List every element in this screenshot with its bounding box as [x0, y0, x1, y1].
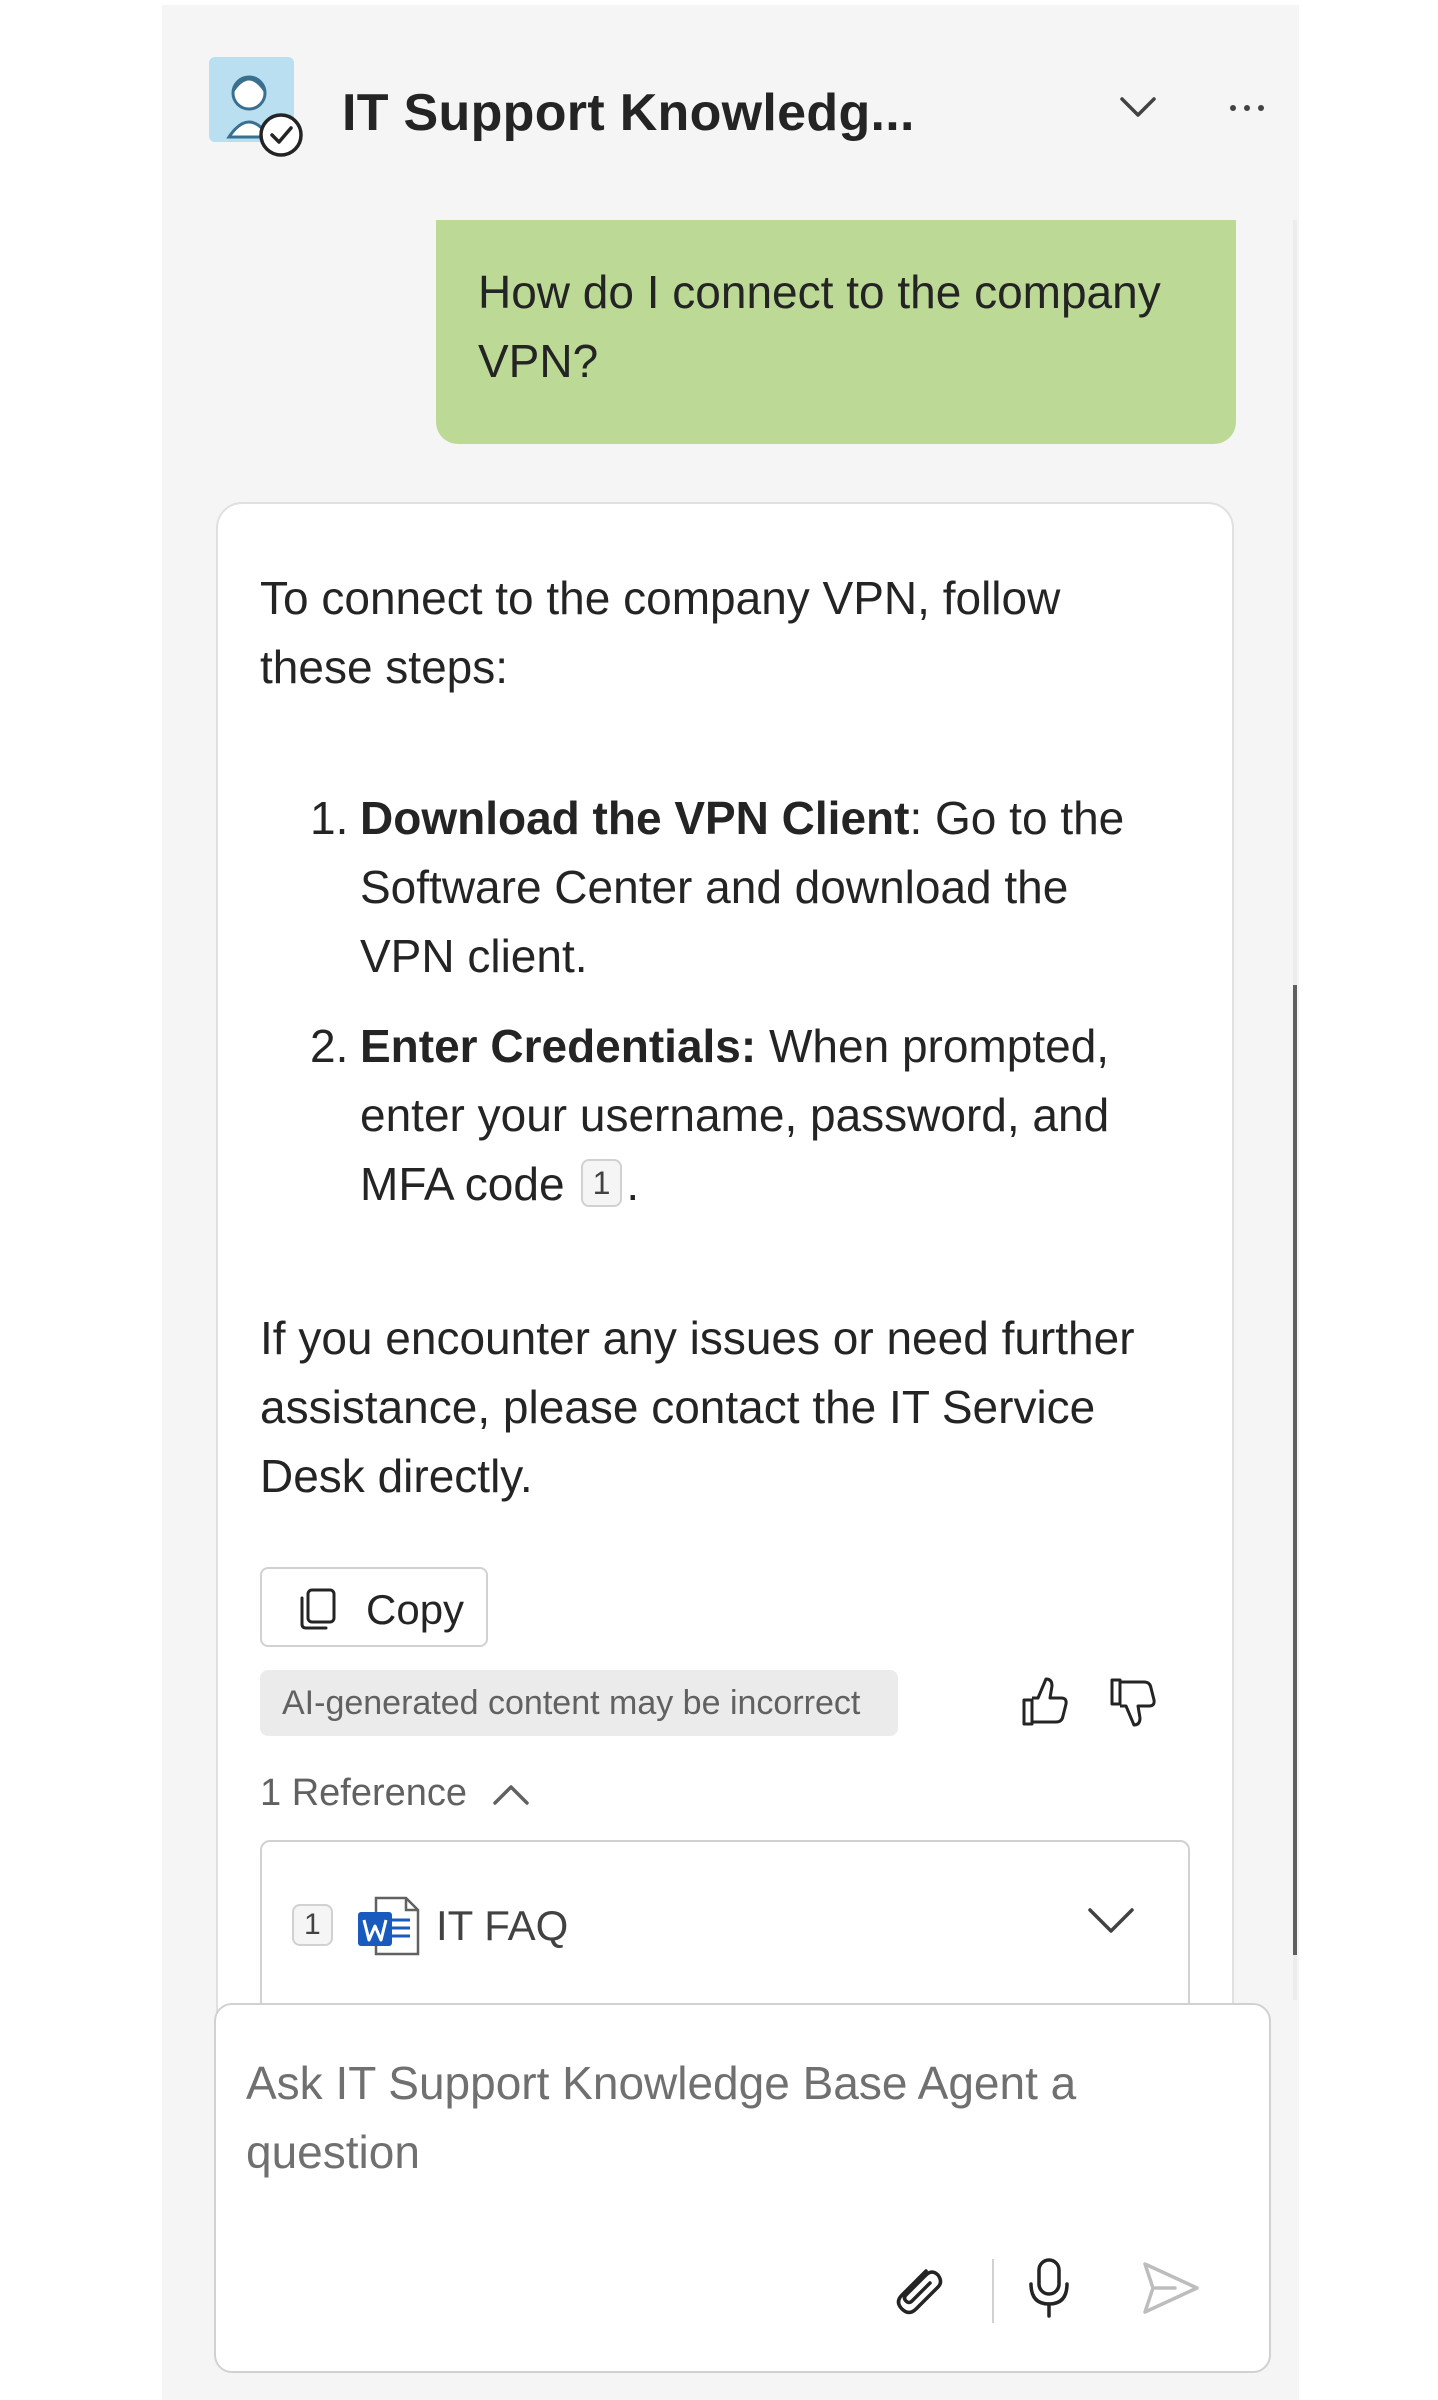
step-trailing: . — [626, 1158, 640, 1210]
thumbs-up-icon — [1016, 1677, 1072, 1734]
word-document-icon — [356, 1896, 420, 1961]
user-message-bubble: How do I connect to the company VPN? — [436, 220, 1236, 444]
chevron-up-icon — [467, 1772, 531, 1814]
step-body: Enter Credentials: When prompted, enter … — [360, 1012, 1160, 1219]
agent-avatar-icon — [209, 57, 303, 157]
chevron-down-icon[interactable] — [1086, 1906, 1136, 1941]
step-body: Download the VPN Client: Go to the Softw… — [360, 784, 1160, 991]
references-label: 1 Reference — [260, 1772, 468, 1814]
more-options-button[interactable] — [1217, 79, 1277, 139]
copy-button[interactable]: Copy — [260, 1567, 488, 1647]
step-title: Download the VPN Client — [360, 792, 910, 844]
agent-title: IT Support Knowledg... — [342, 84, 915, 142]
chevron-down-icon — [1118, 95, 1158, 124]
message-input[interactable] — [246, 2049, 1206, 2209]
response-intro: To connect to the company VPN, follow th… — [260, 572, 1061, 693]
paperclip-icon — [886, 2257, 948, 2324]
thumbs-up-button[interactable] — [1016, 1674, 1072, 1730]
citation-marker[interactable]: 1 — [580, 1159, 623, 1207]
reference-number: 1 — [292, 1904, 333, 1946]
microphone-button[interactable] — [1014, 2255, 1084, 2325]
expand-button[interactable] — [1108, 79, 1168, 139]
microphone-icon — [1025, 2256, 1073, 2325]
step-number: 1. — [310, 792, 349, 844]
step-separator: : — [909, 792, 923, 844]
ai-disclaimer-badge: AI-generated content may be incorrect — [260, 1670, 898, 1736]
copy-icon — [298, 1587, 338, 1636]
step-number: 2. — [310, 1020, 349, 1072]
more-options-icon — [1227, 100, 1267, 118]
thumbs-down-icon — [1104, 1678, 1160, 1734]
bot-response-card: To connect to the company VPN, follow th… — [216, 502, 1234, 2062]
chat-panel: IT Support Knowledg... How do I connect … — [162, 5, 1299, 2400]
response-outro: If you encounter any issues or need furt… — [260, 1312, 1135, 1502]
thumbs-down-button[interactable] — [1104, 1674, 1160, 1730]
send-button[interactable] — [1136, 2255, 1206, 2325]
user-message-text: How do I connect to the company VPN? — [478, 266, 1161, 387]
send-icon — [1141, 2260, 1201, 2321]
attach-button[interactable] — [882, 2255, 952, 2325]
composer-divider — [992, 2259, 994, 2323]
reference-name: IT FAQ — [436, 1902, 569, 1949]
step-title: Enter Credentials: — [360, 1020, 757, 1072]
references-toggle[interactable]: 1 Reference — [260, 1772, 531, 1815]
copy-label: Copy — [366, 1586, 465, 1633]
message-composer — [214, 2003, 1271, 2373]
scrollbar-thumb[interactable] — [1293, 985, 1297, 1955]
